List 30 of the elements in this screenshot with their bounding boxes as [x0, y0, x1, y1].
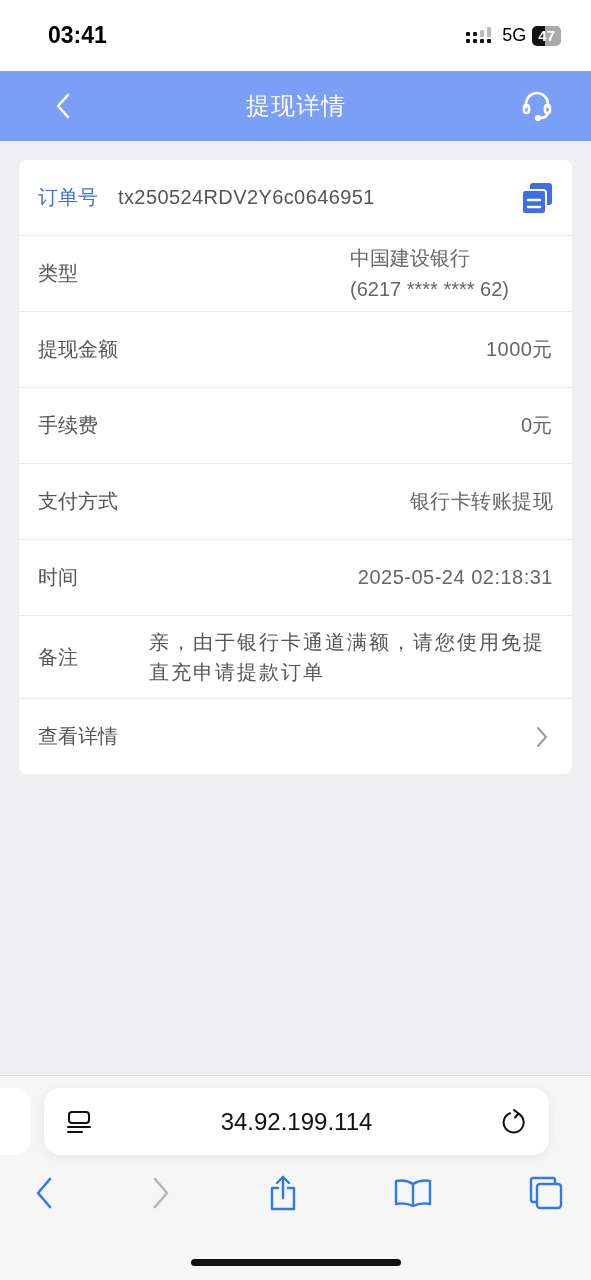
order-number: tx250524RDV2Y6c0646951: [118, 186, 376, 209]
clock-time: 03:41: [48, 22, 107, 49]
page-menu-icon[interactable]: [66, 1109, 92, 1134]
remark-text: 亲，由于银行卡通道满额，请您使用免提直充申请提款订单: [149, 630, 546, 685]
field-label: 类型: [38, 261, 78, 286]
field-label: 支付方式: [38, 489, 118, 514]
back-icon[interactable]: [34, 1177, 54, 1209]
page-title: 提现详情: [246, 91, 346, 121]
address-field[interactable]: 34.92.199.114: [44, 1088, 549, 1155]
reload-icon[interactable]: [501, 1108, 527, 1135]
tabs-icon[interactable]: [529, 1176, 563, 1210]
field-label: 提现金额: [38, 337, 118, 362]
url-text: 34.92.199.114: [220, 1107, 373, 1136]
back-icon[interactable]: [55, 93, 71, 119]
field-value: 1000元: [486, 337, 553, 362]
headset-icon[interactable]: [521, 90, 553, 122]
field-label: 时间: [38, 565, 78, 590]
field-value: (6217 **** **** 62): [350, 276, 509, 302]
network-label: 5G: [502, 25, 527, 46]
order-label: 订单号: [38, 185, 98, 210]
field-value: 2025-05-24 02:18:31: [357, 566, 553, 589]
book-icon[interactable]: [394, 1178, 433, 1208]
field-value: 0元: [520, 413, 553, 438]
field-label: 备注: [38, 644, 79, 670]
field-value: 银行卡转账提现: [409, 489, 553, 514]
view-details-row[interactable]: 查看详情: [19, 699, 572, 774]
field-label: 手续费: [38, 413, 98, 438]
chevron-right-icon: [536, 725, 548, 748]
field-value: 中国建设银行: [350, 245, 470, 271]
copy-icon[interactable]: [521, 181, 553, 214]
